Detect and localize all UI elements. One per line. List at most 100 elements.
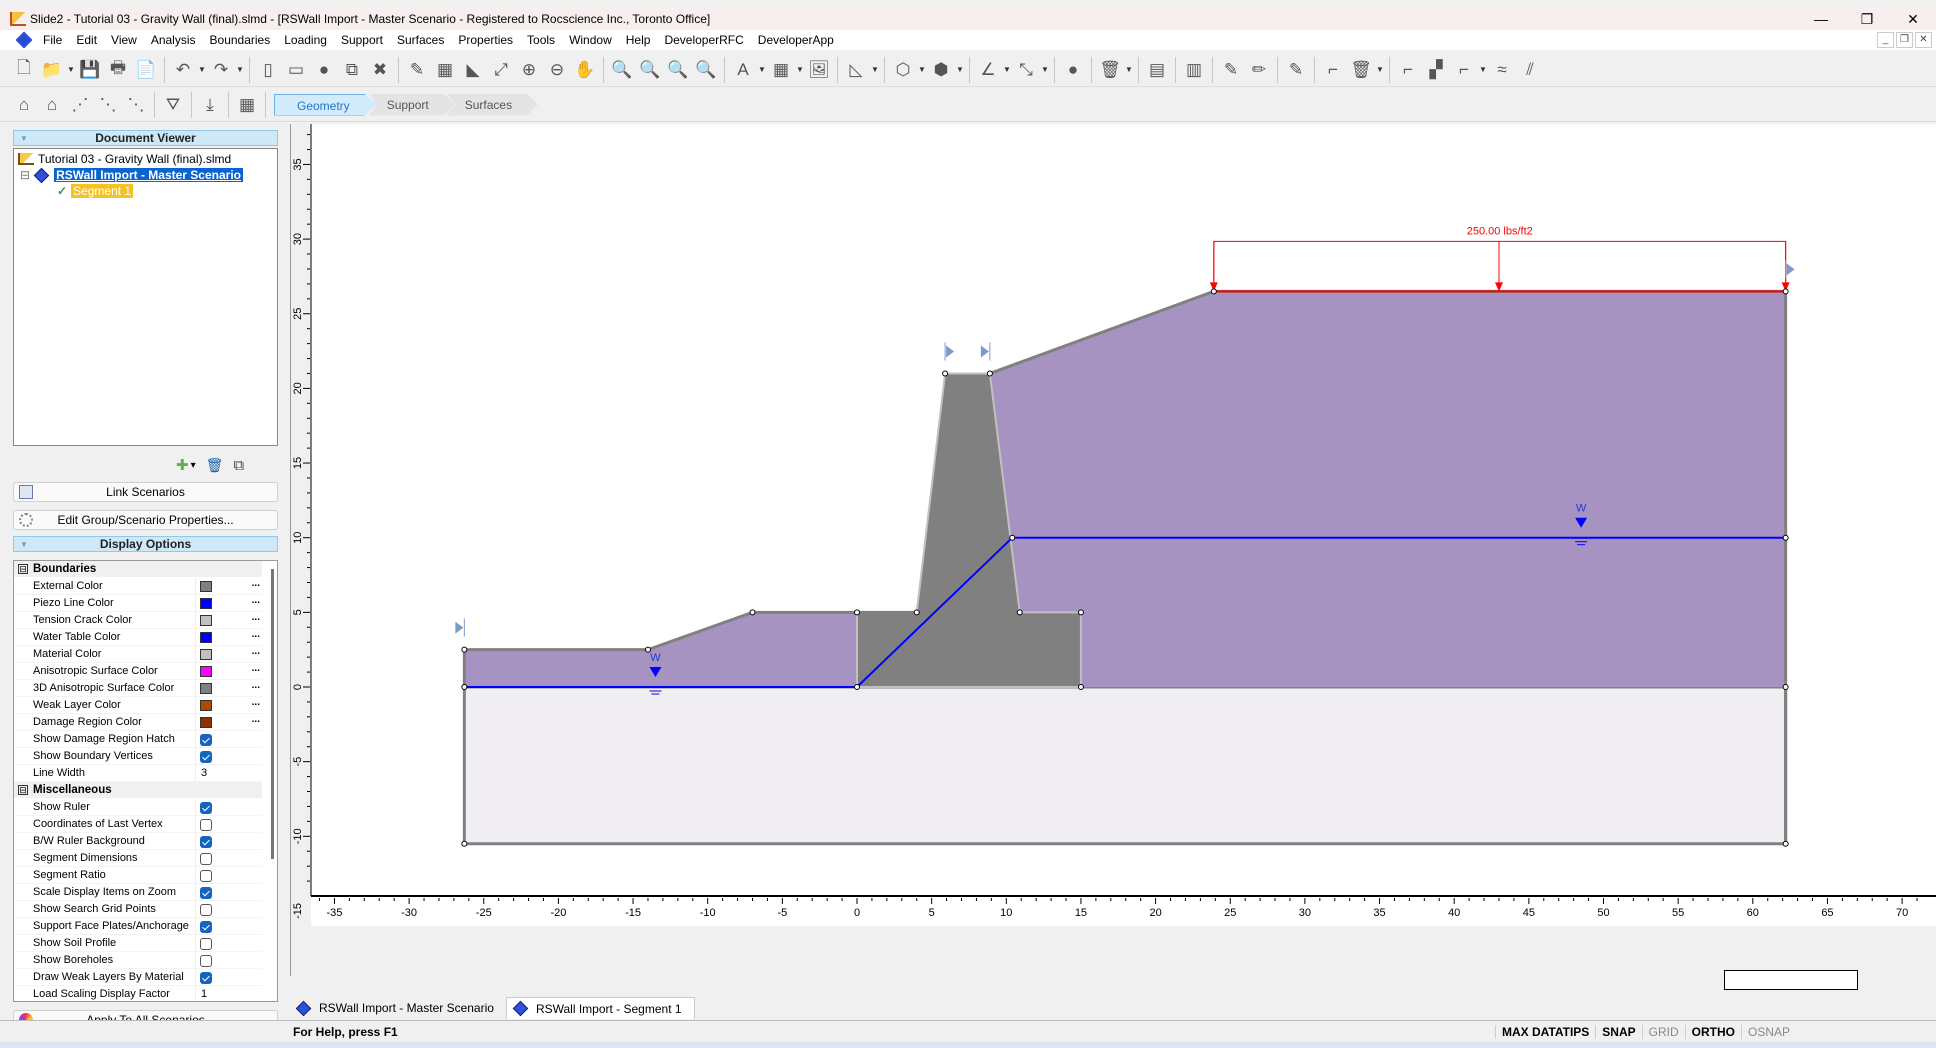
add-vertex-icon[interactable]: ⋰ (66, 91, 94, 119)
chart-icon[interactable]: ◣ (459, 56, 487, 84)
color-swatch[interactable] (200, 598, 212, 609)
add-boundary-disabled-icon[interactable]: ⌐ (1319, 56, 1347, 84)
zoom-extents-icon[interactable]: 🔍 (636, 56, 664, 84)
edit-slope-icon[interactable]: ✎ (1282, 56, 1310, 84)
import-icon[interactable]: ⤓ (196, 91, 224, 119)
boundary-vertex[interactable] (854, 684, 860, 690)
workflow-tab-geometry[interactable]: Geometry (274, 93, 377, 116)
zoom-all-icon[interactable]: ⤢ (487, 56, 515, 84)
link-scenarios-button[interactable]: Link Scenarios (13, 482, 278, 502)
boundary-vertex[interactable] (461, 646, 468, 653)
tree-scenario-item[interactable]: ⊟ RSWall Import - Master Scenario (20, 167, 243, 183)
mdi-close-button[interactable]: ✕ (1915, 32, 1932, 48)
display-options-header[interactable]: ▼ Display Options (13, 536, 278, 552)
close-button[interactable]: ✕ (1890, 8, 1936, 30)
edit-group-properties-button[interactable]: Edit Group/Scenario Properties... (13, 510, 278, 530)
boundary-vertex[interactable] (461, 684, 468, 690)
menu-support[interactable]: Support (334, 30, 390, 50)
copy-scenario-icon[interactable]: ⧉ (233, 457, 244, 474)
dimension-icon[interactable]: ⤡ (1012, 56, 1040, 84)
ellipsis-button[interactable]: ... (252, 592, 260, 609)
workflow-tab-surfaces[interactable]: Surfaces (446, 93, 539, 116)
boundary-vertex[interactable] (986, 370, 993, 377)
external-boundary-icon[interactable]: ⌐ (1394, 56, 1422, 84)
boundary-vertex[interactable] (1782, 288, 1789, 295)
status-max-datatips[interactable]: MAX DATATIPS (1494, 1025, 1595, 1039)
calculator-icon[interactable]: ▦ (431, 56, 459, 84)
tree-segment-item[interactable]: ✓ Segment 1 (57, 184, 134, 198)
dropdown-arrow-icon[interactable]: ▼ (1040, 65, 1050, 74)
move-boundary-icon[interactable]: ⌂ (38, 91, 66, 119)
dropdown-arrow-icon[interactable]: ▼ (795, 65, 805, 74)
property-value[interactable]: 1 (196, 986, 262, 1001)
menu-developerrfc[interactable]: DeveloperRFC (657, 30, 750, 50)
checkbox[interactable] (200, 904, 212, 916)
delete-icon[interactable]: 🗑 (1096, 56, 1124, 84)
backfill-material[interactable] (989, 291, 1786, 687)
print-preview-icon[interactable]: 📄 (132, 56, 160, 84)
assign-materials-icon[interactable]: ▥ (1180, 56, 1208, 84)
number-value[interactable]: 1 (196, 988, 207, 1000)
menu-analysis[interactable]: Analysis (144, 30, 203, 50)
water-table-icon[interactable]: ⌐ (1450, 56, 1478, 84)
zoom-lock-icon[interactable]: 🔍 (692, 56, 720, 84)
boundary-vertex[interactable] (461, 840, 468, 847)
boundary-vertex[interactable] (1210, 288, 1217, 295)
checkbox[interactable] (200, 870, 212, 882)
sphere-icon[interactable]: ● (1059, 56, 1087, 84)
anisotropic-icon[interactable]: ⫽ (1516, 56, 1544, 84)
ellipsis-button[interactable]: ... (252, 626, 260, 643)
close-window-icon[interactable]: ✖ (366, 56, 394, 84)
boundary-vertex[interactable] (1782, 534, 1789, 541)
weak-layer-icon[interactable]: ≈ (1488, 56, 1516, 84)
tension-crack-icon[interactable]: ▞ (1422, 56, 1450, 84)
menu-view[interactable]: View (104, 30, 144, 50)
dropdown-arrow-icon[interactable]: ▼ (917, 65, 927, 74)
ellipsis-button[interactable]: ... (252, 575, 260, 592)
dropdown-arrow-icon[interactable]: ▼ (235, 65, 245, 74)
ellipsis-button[interactable]: ... (252, 660, 260, 677)
category-miscellaneous[interactable]: ⊟ Miscellaneous (14, 782, 262, 798)
menu-file[interactable]: File (36, 30, 69, 50)
model-canvas[interactable]: W W 250.00 lbs/ft2 -35 -30 -25 -20 -15 -10 -5 0 5 10… (290, 124, 1936, 976)
color-wheel-icon[interactable]: ● (310, 56, 338, 84)
rswall-icon[interactable]: ▦ (233, 91, 261, 119)
boundary-vertex[interactable] (1009, 534, 1016, 541)
property-value[interactable] (196, 935, 262, 952)
edit-tool-icon[interactable]: ✎ (403, 56, 431, 84)
mdi-restore-button[interactable]: ❐ (1896, 32, 1913, 48)
property-value[interactable] (196, 816, 262, 833)
boundary-vertex[interactable] (854, 609, 860, 616)
checkbox[interactable] (200, 802, 212, 814)
pan-icon[interactable]: ✋ (571, 56, 599, 84)
add-dropdown-icon[interactable]: ▾ (191, 460, 196, 471)
mdi-minimize-button[interactable]: _ (1877, 32, 1894, 48)
checkbox[interactable] (200, 836, 212, 848)
menu-boundaries[interactable]: Boundaries (203, 30, 278, 50)
image-icon[interactable]: 🖼 (805, 56, 833, 84)
save-icon[interactable]: 💾 (76, 56, 104, 84)
zoom-in-icon[interactable]: ⊕ (515, 56, 543, 84)
zoom-out-icon[interactable]: ⊖ (543, 56, 571, 84)
table-icon[interactable]: ▦ (767, 56, 795, 84)
property-value[interactable] (196, 748, 262, 765)
property-value[interactable] (196, 884, 262, 901)
boundary-vertex[interactable] (942, 370, 949, 377)
workflow-tab-support[interactable]: Support (368, 93, 455, 116)
split-horizontal-icon[interactable]: ▭ (282, 56, 310, 84)
tree-file-item[interactable]: Tutorial 03 - Gravity Wall (final).slmd (18, 152, 231, 166)
angle-icon[interactable]: ∠ (974, 56, 1002, 84)
dropdown-arrow-icon[interactable]: ▼ (1002, 65, 1012, 74)
foundation-material[interactable] (462, 685, 1788, 846)
checkbox[interactable] (200, 887, 212, 899)
menu-help[interactable]: Help (619, 30, 658, 50)
tab-master-scenario[interactable]: RSWall Import - Master Scenario (290, 997, 506, 1019)
color-swatch[interactable] (200, 632, 212, 643)
link-windows-icon[interactable]: ⧉ (338, 56, 366, 84)
checkbox[interactable] (200, 734, 212, 746)
color-swatch[interactable] (200, 683, 212, 694)
delete-scenario-icon[interactable]: 🗑 (206, 457, 224, 474)
menu-loading[interactable]: Loading (277, 30, 334, 50)
delete-vertex-icon[interactable]: ⋱ (122, 91, 150, 119)
category-boundaries[interactable]: ⊟ Boundaries (14, 561, 262, 577)
